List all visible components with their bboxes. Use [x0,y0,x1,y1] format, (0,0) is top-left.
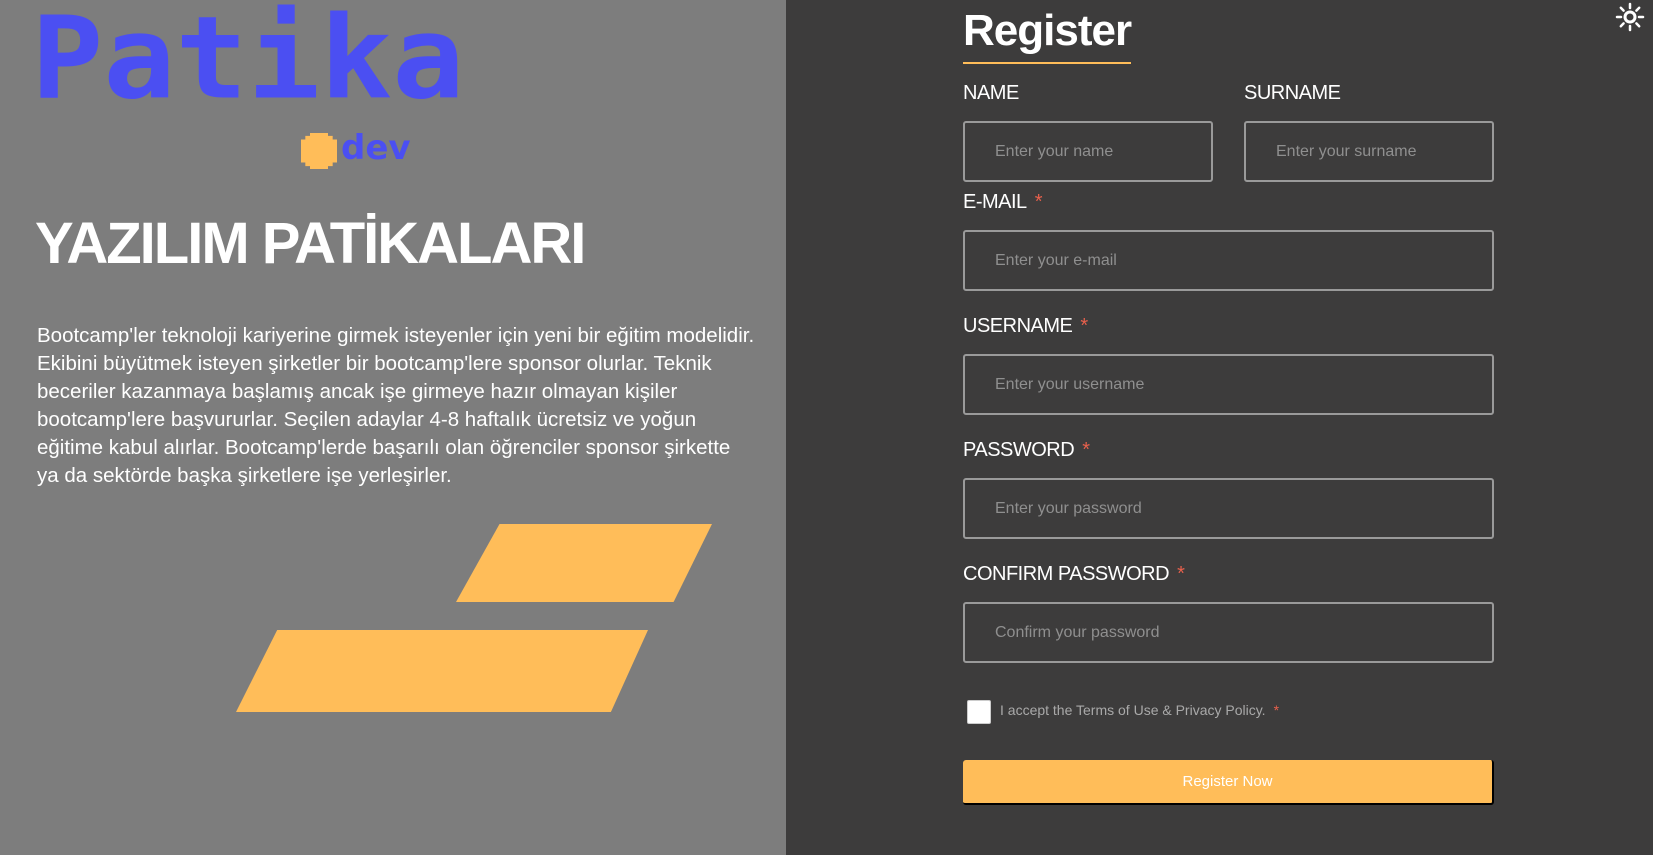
decor-parallelogram-small [456,524,712,602]
required-marker: * [1082,439,1090,461]
logo-sub: dev [341,128,411,168]
email-label-text: E-MAIL [963,191,1027,213]
sun-icon[interactable] [1615,2,1645,32]
surname-input[interactable] [1244,121,1494,182]
hero-headline: YAZILIM PATİKALARI [35,211,586,276]
required-marker: * [1177,563,1185,585]
surname-label-text: SURNAME [1244,82,1341,104]
email-label: E-MAIL * [963,191,1043,214]
confirm-password-label-text: CONFIRM PASSWORD [963,563,1170,585]
required-marker: * [1034,191,1043,213]
password-label-text: PASSWORD [963,439,1075,461]
hero-panel: Patika dev YAZILIM PATİKALARI Bootcamp'l… [0,0,786,855]
register-now-button[interactable]: Register Now [963,760,1494,805]
required-marker: * [1080,315,1088,337]
patika-logo: Patika dev [31,2,464,169]
logo-word: Patika [31,0,465,126]
terms-text: I accept the Terms of Use & Privacy Poli… [1000,702,1266,718]
terms-label: I accept the Terms of Use & Privacy Poli… [1000,702,1279,718]
confirm-password-label: CONFIRM PASSWORD * [963,563,1185,586]
form-title: Register [963,6,1132,64]
email-input[interactable] [963,230,1494,291]
surname-label: SURNAME [1244,82,1341,105]
hero-description: Bootcamp'ler teknoloji kariyerine girmek… [37,324,755,487]
username-input[interactable] [963,354,1494,415]
terms-checkbox[interactable] [967,700,991,724]
confirm-password-input[interactable] [963,602,1494,663]
name-label: NAME [963,82,1019,105]
decor-parallelogram-large [236,630,648,712]
username-label-text: USERNAME [963,315,1073,337]
name-input[interactable] [963,121,1213,182]
password-label: PASSWORD * [963,439,1090,462]
password-input[interactable] [963,478,1494,539]
logo-dot [301,133,337,169]
register-panel: Register NAME SURNAME E-MAIL* USERNAME* … [786,0,1653,855]
required-marker: * [1273,702,1280,718]
name-label-text: NAME [963,82,1019,104]
username-label: USERNAME * [963,315,1088,338]
